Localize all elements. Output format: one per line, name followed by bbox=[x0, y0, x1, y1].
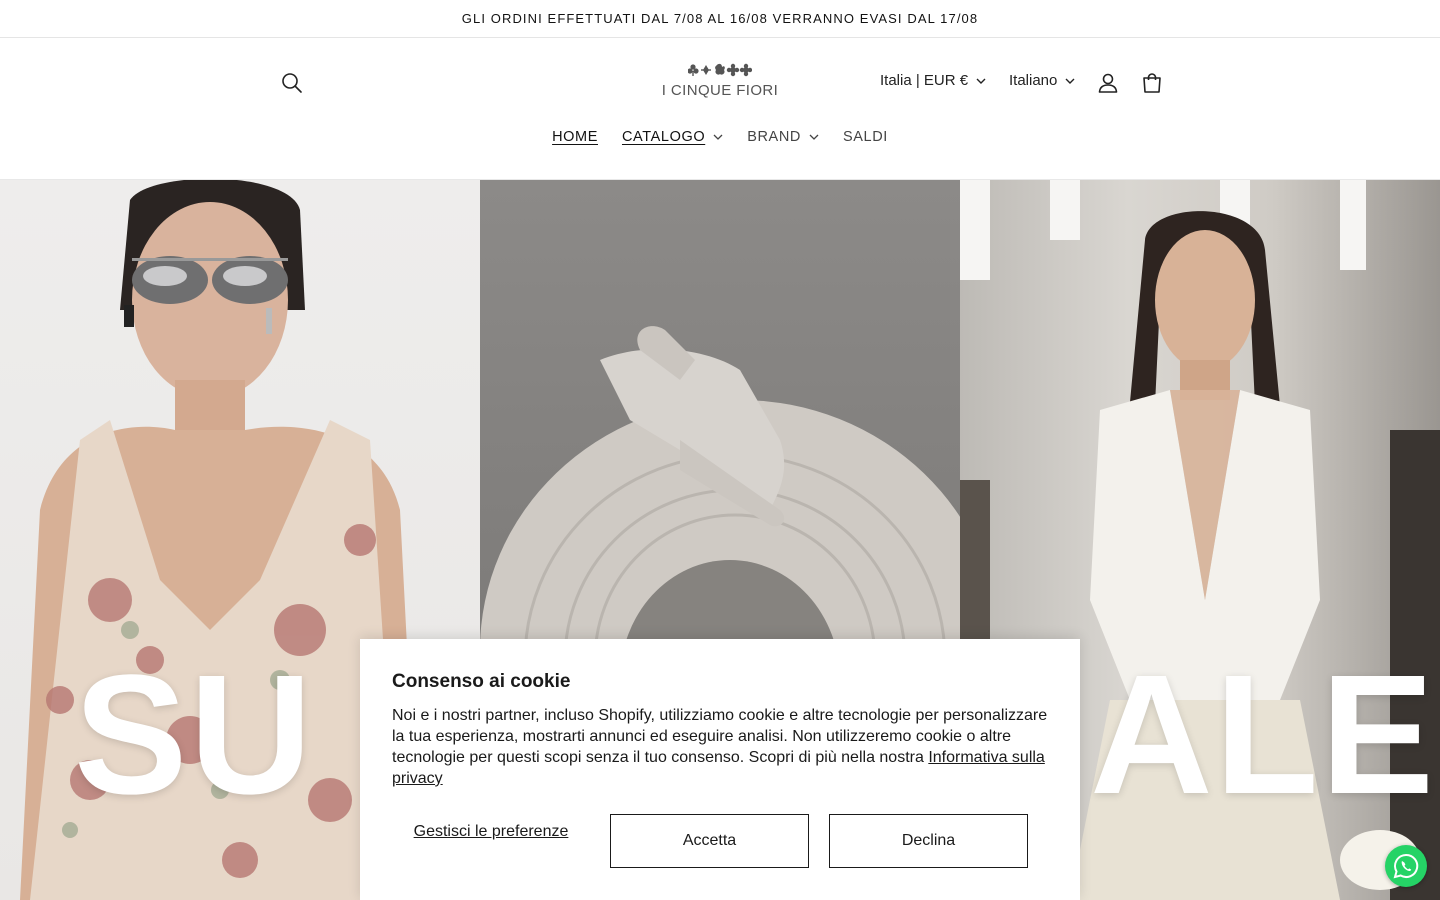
language-selector[interactable]: Italiano bbox=[1009, 72, 1075, 89]
whatsapp-icon bbox=[1393, 853, 1419, 879]
nav-item-label: BRAND bbox=[747, 129, 801, 145]
nav-item-label: CATALOGO bbox=[621, 129, 706, 145]
logo-text: I CINQUE FIORI bbox=[661, 82, 779, 99]
nav-item-catalogo[interactable]: CATALOGO bbox=[610, 129, 735, 145]
search-button[interactable] bbox=[278, 69, 306, 97]
cart-icon bbox=[1143, 73, 1161, 93]
account-icon bbox=[1098, 73, 1118, 93]
nav-item-home[interactable]: HOME bbox=[540, 129, 610, 145]
chevron-down-icon bbox=[1065, 78, 1075, 84]
whatsapp-chat-button[interactable] bbox=[1385, 845, 1427, 887]
chevron-down-icon bbox=[976, 78, 986, 84]
cookie-banner-text: Noi e i nostri partner, incluso Shopify,… bbox=[392, 705, 1052, 789]
language-selector-label: Italiano bbox=[1009, 72, 1058, 89]
announcement-text: GLI ORDINI EFFETTUATI DAL 7/08 AL 16/08 … bbox=[461, 11, 979, 26]
hero-sale-text-right: ALE bbox=[1090, 640, 1436, 830]
cart-button[interactable] bbox=[1138, 69, 1166, 97]
account-button[interactable] bbox=[1094, 69, 1122, 97]
decline-button[interactable]: Declina bbox=[829, 814, 1028, 868]
hero-sale-text-left: SU bbox=[74, 640, 315, 830]
site-header: I CINQUE FIORI Italia | EUR € Italiano H… bbox=[0, 39, 1440, 180]
nav-item-brand[interactable]: BRAND bbox=[735, 129, 831, 145]
chevron-down-icon bbox=[713, 134, 723, 140]
nav-item-label: SALDI bbox=[842, 129, 888, 145]
nav-item-label: HOME bbox=[552, 129, 598, 145]
accept-button[interactable]: Accetta bbox=[610, 814, 809, 868]
nav-item-saldi[interactable]: SALDI bbox=[831, 129, 900, 145]
site-logo[interactable]: I CINQUE FIORI bbox=[640, 63, 800, 103]
chevron-down-icon bbox=[809, 134, 819, 140]
country-selector-label: Italia | EUR € bbox=[880, 72, 969, 89]
logo-flowers-mark bbox=[640, 63, 800, 79]
cookie-consent-banner: Consenso ai cookie Noi e i nostri partne… bbox=[360, 639, 1080, 900]
announcement-bar: GLI ORDINI EFFETTUATI DAL 7/08 AL 16/08 … bbox=[0, 0, 1440, 38]
manage-preferences-button[interactable]: Gestisci le preferenze bbox=[392, 822, 590, 841]
main-nav: HOME CATALOGO BRAND SALDI bbox=[0, 129, 1440, 145]
cookie-banner-title: Consenso ai cookie bbox=[392, 671, 571, 692]
cookie-banner-actions: Gestisci le preferenze Accetta Declina bbox=[392, 814, 1048, 868]
country-selector[interactable]: Italia | EUR € bbox=[880, 72, 986, 89]
search-icon bbox=[282, 73, 302, 93]
